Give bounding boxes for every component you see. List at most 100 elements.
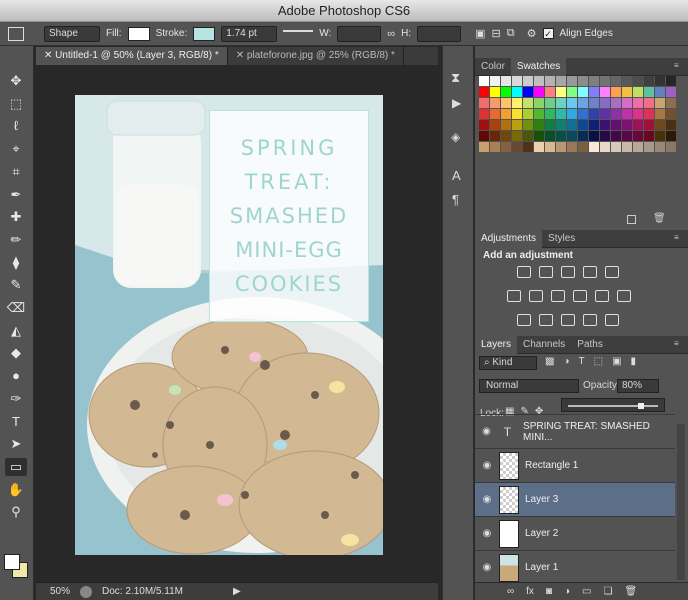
color-swatch[interactable]: [501, 120, 511, 130]
color-swatch[interactable]: [600, 142, 610, 152]
layer-row[interactable]: ◉ Layer 2: [475, 516, 675, 550]
blend-mode-select[interactable]: Normal: [479, 379, 579, 393]
color-swatch[interactable]: [589, 98, 599, 108]
document-canvas[interactable]: SPRING TREAT: SMASHED MINI-EGG COOKIES: [75, 95, 383, 555]
width-field[interactable]: [337, 25, 382, 42]
color-swatch[interactable]: [578, 109, 588, 119]
new-layer-icon[interactable]: ❏: [603, 586, 612, 597]
gradient-tool-icon[interactable]: ◭: [5, 322, 27, 340]
paragraph-icon[interactable]: ¶: [452, 192, 459, 207]
color-swatch[interactable]: [523, 131, 533, 141]
zoom-tool-icon[interactable]: ⚲: [5, 503, 27, 521]
vibrance-icon[interactable]: [605, 266, 619, 278]
tab-paths[interactable]: Paths: [571, 336, 609, 354]
blur-tool-icon[interactable]: ◆: [5, 344, 27, 362]
path-select-tool-icon[interactable]: ➤: [5, 435, 27, 453]
color-swatch[interactable]: [644, 142, 654, 152]
black-white-icon[interactable]: [551, 290, 565, 302]
color-swatch[interactable]: [600, 120, 610, 130]
channel-mixer-icon[interactable]: [595, 290, 609, 302]
color-swatch[interactable]: [545, 120, 555, 130]
color-swatch[interactable]: [622, 87, 632, 97]
layer-row[interactable]: ◉ Layer 1: [475, 550, 675, 584]
history-brush-tool-icon[interactable]: ✎: [5, 276, 27, 294]
levels-icon[interactable]: [539, 266, 553, 278]
color-lookup-icon[interactable]: [617, 290, 631, 302]
type-filter-icon[interactable]: T: [579, 356, 585, 367]
color-swatch[interactable]: [655, 98, 665, 108]
color-swatch[interactable]: [545, 87, 555, 97]
fx-icon[interactable]: fx: [526, 586, 534, 597]
color-swatch[interactable]: [589, 131, 599, 141]
layer-filter-kind[interactable]: ⌕ Kind: [479, 356, 537, 370]
tab-untitled-1[interactable]: ✕ Untitled-1 @ 50% (Layer 3, RGB/8) *: [36, 47, 228, 65]
color-swatch[interactable]: [512, 131, 522, 141]
layer-row[interactable]: ◉ Layer 3: [475, 482, 675, 516]
opacity-slider[interactable]: [561, 398, 665, 412]
color-swatch[interactable]: [644, 120, 654, 130]
color-swatch[interactable]: [600, 87, 610, 97]
color-swatch[interactable]: [512, 98, 522, 108]
color-swatch[interactable]: [479, 142, 489, 152]
color-swatch[interactable]: [611, 131, 621, 141]
color-swatch[interactable]: [567, 76, 577, 86]
color-swatch[interactable]: [600, 98, 610, 108]
shape-tool-preset-icon[interactable]: [8, 26, 24, 41]
color-swatch[interactable]: [622, 131, 632, 141]
color-swatch[interactable]: [655, 142, 665, 152]
color-swatch[interactable]: [567, 98, 577, 108]
type-tool-icon[interactable]: T: [5, 413, 27, 431]
tab-color[interactable]: Color: [475, 58, 511, 76]
color-swatch[interactable]: [479, 120, 489, 130]
history-icon[interactable]: ⧗: [451, 70, 460, 86]
color-swatch[interactable]: [644, 76, 654, 86]
stamp-tool-icon[interactable]: ⧫: [5, 254, 27, 272]
tab-plateforone[interactable]: ✕ plateforone.jpg @ 25% (RGB/8) *: [228, 47, 404, 65]
pen-tool-icon[interactable]: ✑: [5, 390, 27, 408]
fill-color-swatch[interactable]: [127, 26, 150, 41]
color-swatch[interactable]: [622, 76, 632, 86]
color-swatch[interactable]: [567, 87, 577, 97]
layers-scrollbar[interactable]: [677, 424, 685, 580]
color-swatch[interactable]: [556, 131, 566, 141]
color-swatch[interactable]: [578, 76, 588, 86]
swatch-grid[interactable]: [479, 76, 679, 153]
color-swatch[interactable]: [666, 109, 676, 119]
color-swatch[interactable]: [523, 120, 533, 130]
color-swatch[interactable]: [512, 120, 522, 130]
stroke-type-select[interactable]: [283, 29, 314, 44]
color-swatch[interactable]: [556, 76, 566, 86]
color-swatch[interactable]: [523, 142, 533, 152]
color-swatch[interactable]: [490, 98, 500, 108]
color-swatch[interactable]: [545, 142, 555, 152]
link-layers-icon[interactable]: ∞: [507, 586, 514, 597]
color-swatch[interactable]: [534, 131, 544, 141]
color-swatch[interactable]: [556, 120, 566, 130]
color-swatch[interactable]: [655, 109, 665, 119]
new-group-icon[interactable]: ▭: [582, 586, 591, 597]
color-swatch[interactable]: [567, 131, 577, 141]
color-swatch[interactable]: [545, 109, 555, 119]
invert-icon[interactable]: [517, 314, 531, 326]
actions-icon[interactable]: ▶: [452, 96, 461, 110]
color-swatch[interactable]: [490, 109, 500, 119]
eyedropper-tool-icon[interactable]: ✒: [5, 186, 27, 204]
color-swatch[interactable]: [644, 109, 654, 119]
layer-row[interactable]: ◉ Rectangle 1: [475, 448, 675, 482]
foreground-color-swatch[interactable]: [4, 554, 20, 570]
color-swatch[interactable]: [600, 109, 610, 119]
eraser-tool-icon[interactable]: ⌫: [5, 299, 27, 317]
eye-icon[interactable]: ◉: [475, 426, 498, 437]
color-swatch[interactable]: [578, 98, 588, 108]
opacity-slider-thumb[interactable]: [638, 403, 644, 409]
color-swatch[interactable]: [556, 109, 566, 119]
color-swatch[interactable]: [545, 98, 555, 108]
marquee-tool-icon[interactable]: ⬚: [5, 95, 27, 113]
color-swatch[interactable]: [633, 76, 643, 86]
layer-row[interactable]: ◉ T SPRING TREAT: SMASHED MINI...: [475, 414, 675, 448]
color-swatch[interactable]: [523, 98, 533, 108]
curves-icon[interactable]: [561, 266, 575, 278]
color-balance-icon[interactable]: [529, 290, 543, 302]
color-swatch[interactable]: [567, 142, 577, 152]
tab-channels[interactable]: Channels: [517, 336, 571, 354]
